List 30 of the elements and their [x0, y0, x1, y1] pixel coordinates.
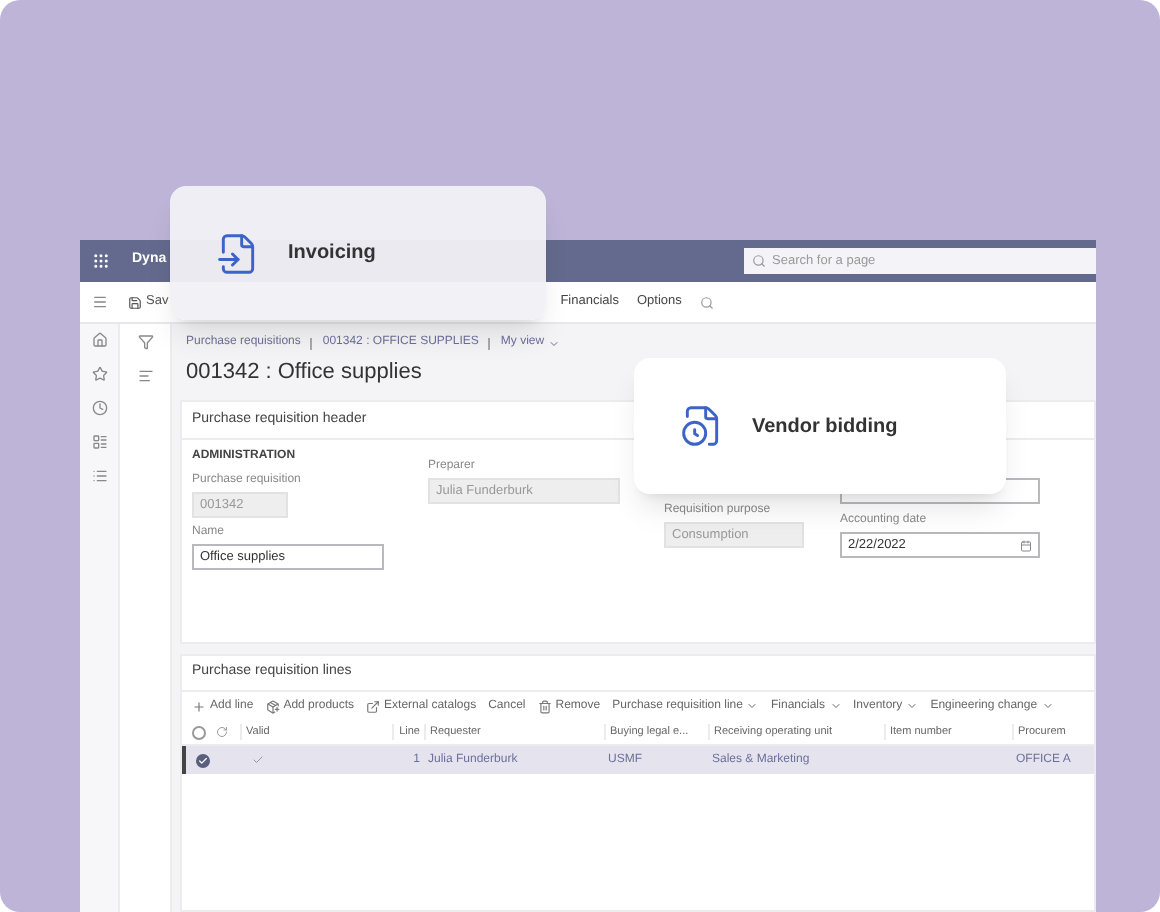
row-checkbox[interactable] [196, 753, 210, 767]
calendar-icon[interactable] [1020, 539, 1032, 551]
workspace-icon[interactable] [91, 434, 107, 450]
box-plus-icon [265, 699, 280, 713]
document-arrow-icon [216, 231, 260, 275]
plus-icon [192, 699, 206, 713]
refresh-icon[interactable] [216, 726, 228, 738]
lines-icon[interactable] [137, 368, 153, 384]
search-icon[interactable] [699, 295, 714, 309]
home-icon[interactable] [91, 332, 107, 348]
search-icon [752, 254, 766, 268]
card-title: Invoicing [288, 240, 376, 268]
chevron-down-icon [548, 337, 561, 349]
select-all-checkbox[interactable] [192, 725, 206, 739]
card-title: Vendor bidding [752, 413, 898, 441]
save-icon [128, 295, 142, 309]
list-icon[interactable] [91, 468, 107, 484]
filter-icon[interactable] [137, 334, 153, 350]
document-clock-icon [680, 404, 724, 448]
clock-icon[interactable] [91, 400, 107, 416]
page-title: 001342 : Office supplies [186, 360, 424, 386]
app-grid-icon[interactable] [92, 252, 110, 270]
external-link-icon [366, 699, 381, 713]
chevron-down-icon [746, 700, 759, 712]
chevron-down-icon [829, 700, 841, 712]
star-icon[interactable] [91, 366, 107, 382]
menu-icon[interactable] [92, 294, 108, 310]
trash-icon [537, 699, 552, 713]
chevron-down-icon [1041, 700, 1054, 712]
chevron-down-icon [906, 700, 919, 712]
